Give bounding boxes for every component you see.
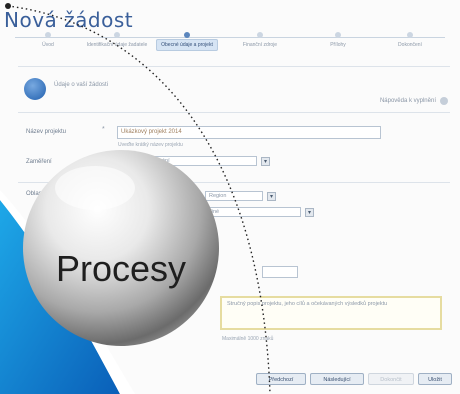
description-textarea[interactable]: Stručný popis projektu, jeho cílů a oček…	[220, 296, 442, 330]
info-text: Údaje o vaší žádosti	[54, 82, 109, 88]
step-label: Obecné údaje a projekt	[156, 39, 218, 51]
divider	[18, 182, 450, 183]
step-dot-icon	[184, 32, 190, 38]
step-label: Přílohy	[330, 42, 346, 48]
project-name-hint: Uveďte krátký název projektu	[118, 142, 183, 148]
save-button[interactable]: Uložit	[418, 373, 452, 385]
step-dot-icon	[335, 32, 341, 38]
wizard-step-3[interactable]: Obecné údaje a projekt	[155, 22, 219, 51]
wizard-step-1[interactable]: Úvod	[16, 22, 80, 49]
area-label: Oblast	[26, 191, 44, 197]
form-screenshot: Nová žádost Úvod Identifikační údaje žad…	[0, 0, 460, 394]
program-select[interactable]: Podpora vzdělávání	[117, 156, 257, 166]
divider	[18, 66, 450, 67]
step-label: Dokončení	[398, 42, 422, 48]
step-dot-icon	[45, 32, 51, 38]
program-label: Zaměření	[26, 159, 52, 165]
wizard-step-2[interactable]: Identifikační údaje žadatele	[85, 22, 149, 49]
description-hint: Maximálně 1000 znaků	[222, 336, 274, 342]
area-select-2[interactable]: Jiné	[205, 207, 301, 217]
sphere-label: Procesy	[56, 248, 187, 289]
project-name-input[interactable]: Ukázkový projekt 2014	[117, 126, 381, 139]
step-dot-icon	[114, 32, 120, 38]
step-dot-icon	[407, 32, 413, 38]
wizard-step-4[interactable]: Finanční zdroje	[228, 22, 292, 49]
wizard-step-5[interactable]: Přílohy	[306, 22, 370, 49]
info-icon	[24, 78, 46, 100]
help-link[interactable]: Nápověda k vyplnění	[380, 98, 436, 104]
next-button[interactable]: Následující	[310, 373, 364, 385]
step-dot-icon	[257, 32, 263, 38]
step-label: Identifikační údaje žadatele	[86, 42, 148, 48]
chevron-down-icon[interactable]: ▾	[261, 157, 270, 166]
chevron-down-icon[interactable]: ▾	[305, 208, 314, 217]
step-label: Úvod	[42, 42, 54, 48]
small-input[interactable]	[262, 266, 298, 278]
project-name-label: Název projektu	[26, 129, 67, 135]
project-name-value: Ukázkový projekt 2014	[121, 129, 182, 135]
area-select[interactable]: Region	[205, 191, 263, 201]
divider	[18, 112, 450, 113]
chevron-down-icon[interactable]: ▾	[267, 192, 276, 201]
step-label: Finanční zdroje	[242, 42, 278, 48]
required-marker: *	[102, 156, 105, 163]
required-marker: *	[102, 126, 105, 133]
finish-button[interactable]: Dokončit	[368, 373, 414, 385]
program-hint: Vyberte zaměření projektu	[118, 170, 177, 176]
help-icon[interactable]	[440, 97, 448, 105]
back-button[interactable]: Předchozí	[256, 373, 306, 385]
wizard-step-6[interactable]: Dokončení	[378, 22, 442, 49]
